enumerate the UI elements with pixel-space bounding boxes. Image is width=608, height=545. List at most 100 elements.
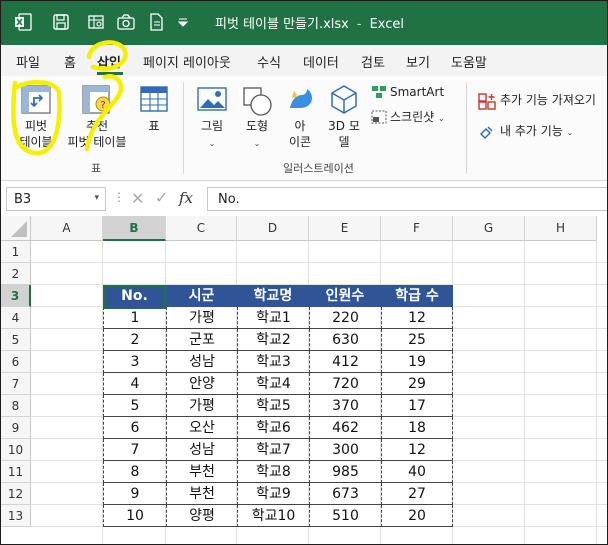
- smartart-button[interactable]: SmartArt: [390, 84, 444, 100]
- recommended-pivot-icon[interactable]: ?: [79, 84, 115, 116]
- column-header-c[interactable]: C: [166, 216, 237, 241]
- document-icon[interactable]: [146, 12, 166, 32]
- table-cell[interactable]: 부천: [166, 483, 237, 505]
- table-header-cell[interactable]: 학급 수: [381, 285, 453, 307]
- table-cell[interactable]: 학교6: [237, 417, 309, 439]
- icons-button[interactable]: 아 이콘: [285, 118, 315, 150]
- shapes-icon[interactable]: [242, 86, 272, 116]
- table-header-cell[interactable]: 시군: [166, 285, 237, 307]
- table-cell[interactable]: 학교4: [237, 373, 309, 395]
- row-header-3[interactable]: 3: [1, 285, 31, 307]
- column-header-e[interactable]: E: [309, 216, 381, 241]
- my-addins-button[interactable]: 내 추가 기능 ⌄: [500, 123, 573, 141]
- column-header-f[interactable]: F: [381, 216, 453, 241]
- table-button[interactable]: 표: [141, 118, 167, 134]
- tab-file[interactable]: 파일: [16, 52, 40, 71]
- my-addins-icon[interactable]: [478, 123, 496, 141]
- table-cell[interactable]: 27: [381, 483, 453, 505]
- row-header-9[interactable]: 9: [1, 417, 31, 439]
- table-cell[interactable]: 8: [103, 461, 166, 483]
- table-cell[interactable]: 673: [309, 483, 381, 505]
- pivot-table-button[interactable]: 피벗 테이블: [15, 118, 57, 150]
- table-cell[interactable]: 오산: [166, 417, 237, 439]
- table-cell[interactable]: 25: [381, 329, 453, 351]
- row-header-10[interactable]: 10: [1, 439, 31, 461]
- table-cell[interactable]: 학교8: [237, 461, 309, 483]
- cancel-icon[interactable]: ✕: [131, 189, 144, 208]
- column-header-g[interactable]: G: [453, 216, 525, 241]
- table-cell[interactable]: 가평: [166, 307, 237, 329]
- table-cell[interactable]: 학교5: [237, 395, 309, 417]
- shapes-button[interactable]: 도형: [239, 118, 275, 134]
- table-cell[interactable]: 안양: [166, 373, 237, 395]
- get-addins-icon[interactable]: [478, 92, 496, 110]
- row-header-11[interactable]: 11: [1, 461, 31, 483]
- tab-insert[interactable]: 삽입: [97, 52, 121, 71]
- table-cell[interactable]: 학교10: [237, 505, 309, 527]
- table-header-cell[interactable]: 학교명: [237, 285, 309, 307]
- row-header-13[interactable]: 13: [1, 505, 31, 527]
- table-cell[interactable]: 462: [309, 417, 381, 439]
- column-header-a[interactable]: A: [31, 216, 103, 241]
- row-header-5[interactable]: 5: [1, 329, 31, 351]
- table-header-cell[interactable]: 인원수: [309, 285, 381, 307]
- table-cell[interactable]: 가평: [166, 395, 237, 417]
- table-cell[interactable]: 720: [309, 373, 381, 395]
- tab-review[interactable]: 검토: [361, 52, 385, 71]
- table-cell[interactable]: 19: [381, 351, 453, 373]
- tab-page-layout[interactable]: 페이지 레이아웃: [143, 52, 231, 71]
- table-cell[interactable]: 17: [381, 395, 453, 417]
- table-cell[interactable]: 1: [103, 307, 166, 329]
- row-header-1[interactable]: 1: [1, 241, 31, 263]
- table-cell[interactable]: 양평: [166, 505, 237, 527]
- customize-toolbar-icon[interactable]: [176, 15, 196, 35]
- column-header-b[interactable]: B: [103, 216, 166, 241]
- table-cell[interactable]: 군포: [166, 329, 237, 351]
- table-cell[interactable]: 370: [309, 395, 381, 417]
- table-cell[interactable]: 6: [103, 417, 166, 439]
- enter-icon[interactable]: ✓: [155, 188, 168, 207]
- table-cell[interactable]: 18: [381, 417, 453, 439]
- table-cell[interactable]: 412: [309, 351, 381, 373]
- table-cell[interactable]: 2: [103, 329, 166, 351]
- sheet-view-icon[interactable]: [86, 12, 106, 32]
- picture-icon[interactable]: [197, 86, 227, 112]
- table-cell[interactable]: 5: [103, 395, 166, 417]
- table-icon[interactable]: [139, 84, 169, 114]
- name-box-dropdown-icon[interactable]: ▾: [94, 193, 99, 203]
- tab-view[interactable]: 보기: [406, 52, 430, 71]
- smartart-icon[interactable]: [371, 85, 387, 99]
- table-cell[interactable]: 학교9: [237, 483, 309, 505]
- table-cell[interactable]: 부천: [166, 461, 237, 483]
- pictures-button[interactable]: 그림: [193, 118, 231, 134]
- row-header-7[interactable]: 7: [1, 373, 31, 395]
- row-header-8[interactable]: 8: [1, 395, 31, 417]
- table-cell[interactable]: 학교1: [237, 307, 309, 329]
- table-cell[interactable]: 10: [103, 505, 166, 527]
- tab-home[interactable]: 홈: [64, 52, 76, 71]
- 3d-model-icon[interactable]: [329, 84, 359, 114]
- 3d-models-button[interactable]: 3D 모델: [323, 118, 365, 150]
- pictures-dropdown-icon[interactable]: ⌄: [207, 136, 217, 152]
- recommended-pivot-button[interactable]: 추천 피벗 테이블: [63, 118, 131, 150]
- table-cell[interactable]: 12: [381, 439, 453, 461]
- table-cell[interactable]: 4: [103, 373, 166, 395]
- formula-input[interactable]: No.: [207, 187, 607, 211]
- name-box[interactable]: B3 ▾: [6, 187, 106, 211]
- tab-data[interactable]: 데이터: [303, 52, 339, 71]
- table-cell[interactable]: 7: [103, 439, 166, 461]
- table-cell[interactable]: 12: [381, 307, 453, 329]
- table-cell[interactable]: 29: [381, 373, 453, 395]
- table-cell[interactable]: 985: [309, 461, 381, 483]
- select-all-corner[interactable]: [1, 216, 31, 241]
- tab-formulas[interactable]: 수식: [257, 52, 281, 71]
- row-header-2[interactable]: 2: [1, 263, 31, 285]
- screenshot-icon[interactable]: [371, 110, 387, 124]
- table-cell[interactable]: 학교3: [237, 351, 309, 373]
- tab-help[interactable]: 도움말: [451, 52, 487, 71]
- table-cell[interactable]: 3: [103, 351, 166, 373]
- table-cell[interactable]: 220: [309, 307, 381, 329]
- screenshot-button[interactable]: 스크린샷 ⌄: [390, 109, 445, 127]
- icons-icon[interactable]: [286, 84, 316, 114]
- shapes-dropdown-icon[interactable]: ⌄: [252, 136, 262, 152]
